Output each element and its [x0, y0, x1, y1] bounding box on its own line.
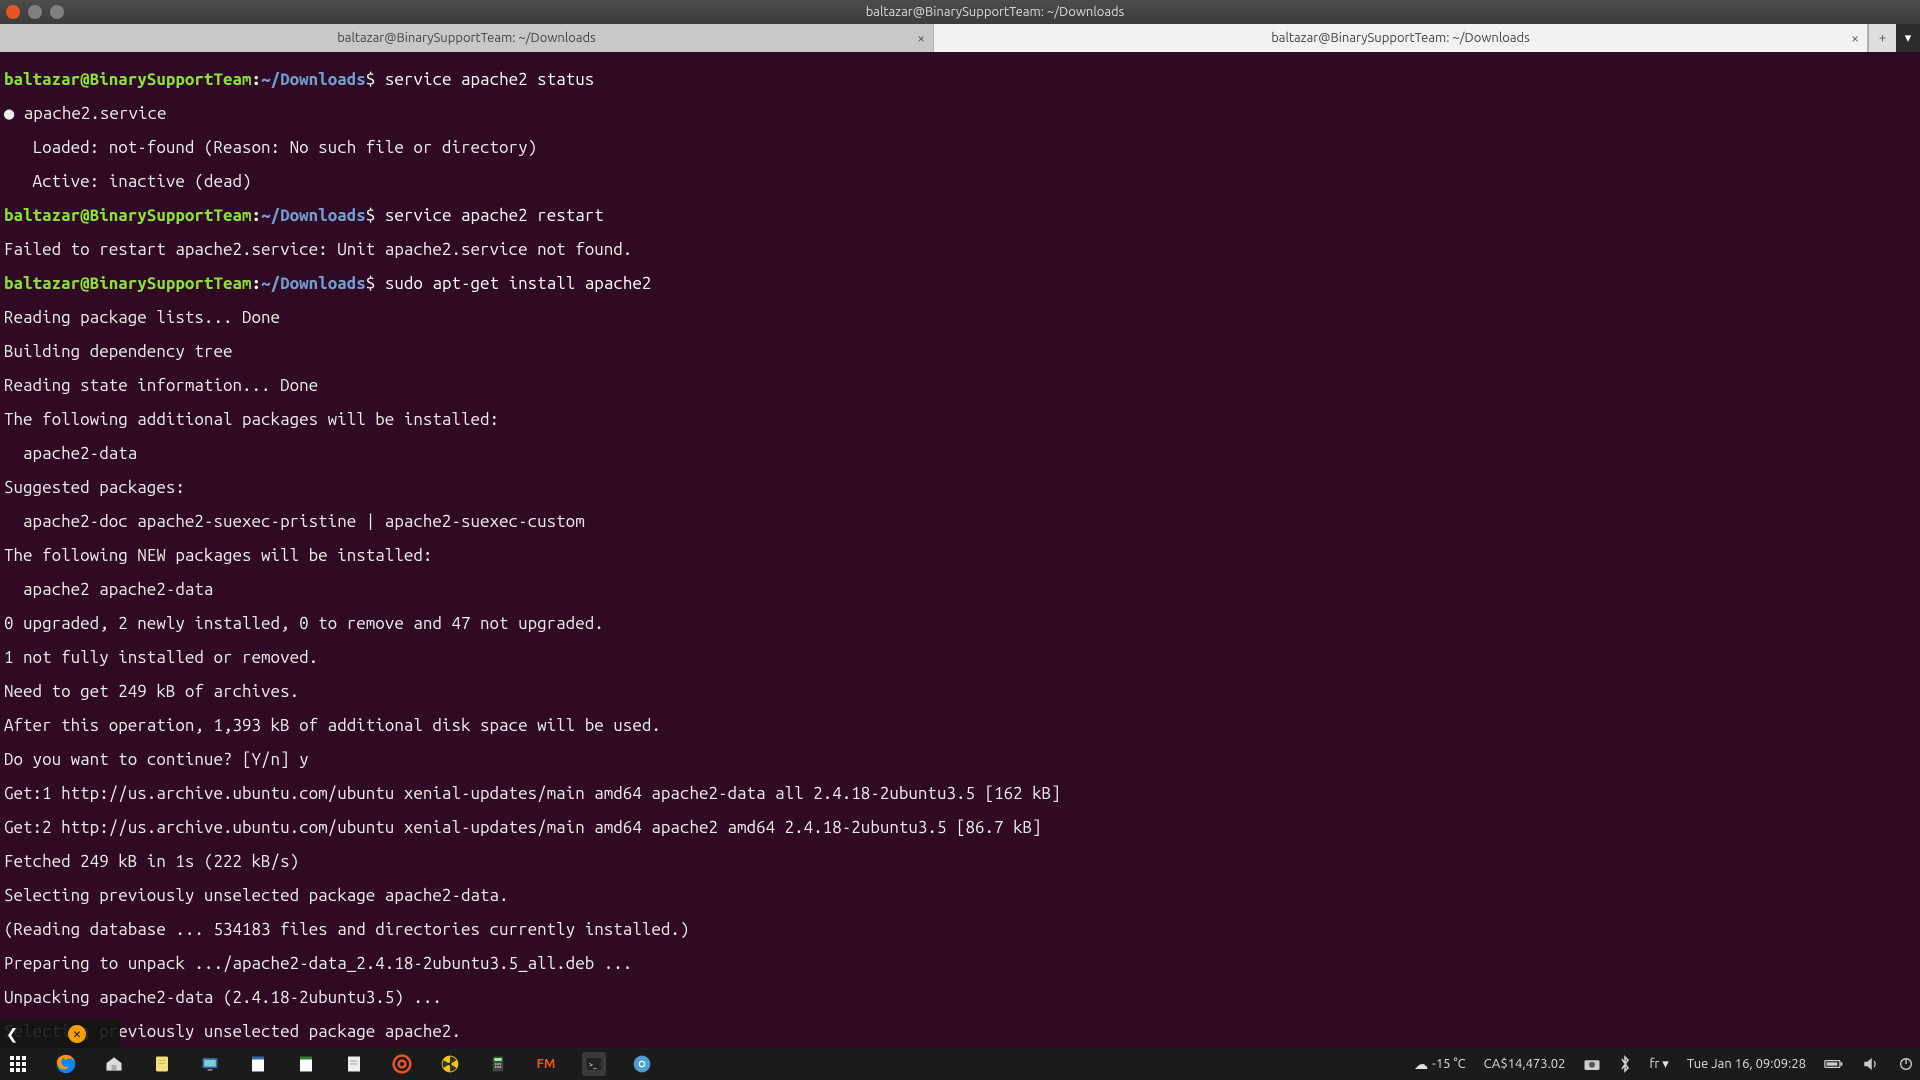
weather-temp: -15 °C — [1432, 1057, 1466, 1071]
new-tab-button[interactable]: + — [1868, 24, 1896, 52]
window-minimize-button[interactable] — [28, 5, 42, 19]
command-text: service apache2 restart — [385, 206, 604, 225]
tab-label: baltazar@BinarySupportTeam: ~/Downloads — [337, 31, 596, 45]
output-line: After this operation, 1,393 kB of additi… — [4, 717, 1916, 734]
text-editor-icon[interactable] — [342, 1052, 366, 1076]
window-titlebar: baltazar@BinarySupportTeam: ~/Downloads — [0, 0, 1920, 24]
calculator-icon[interactable] — [486, 1052, 510, 1076]
desktop-taskbar: FM >_ ☁ -15 °C CA$14,473.02 fr ▾ Tue Jan… — [0, 1048, 1920, 1080]
command-text: service apache2 status — [385, 70, 594, 89]
terminal-viewport[interactable]: baltazar@BinarySupportTeam:~/Downloads$ … — [0, 52, 1920, 1080]
back-arrow-icon[interactable]: ❮ — [6, 1022, 18, 1046]
radiation-icon[interactable] — [438, 1052, 462, 1076]
virtualbox-icon[interactable] — [198, 1052, 222, 1076]
command-text: sudo apt-get install apache2 — [385, 274, 652, 293]
weather-indicator[interactable]: ☁ -15 °C — [1414, 1056, 1466, 1073]
output-line: Preparing to unpack .../apache2-data_2.4… — [4, 955, 1916, 972]
svg-text:>_: >_ — [589, 1061, 597, 1069]
chromium-icon[interactable] — [630, 1052, 654, 1076]
power-icon[interactable] — [1898, 1056, 1914, 1072]
output-line: apache2-doc apache2-suexec-pristine | ap… — [4, 513, 1916, 530]
volume-icon[interactable] — [1862, 1056, 1880, 1072]
camera-icon[interactable] — [1583, 1057, 1601, 1071]
writer-icon[interactable] — [246, 1052, 270, 1076]
output-line: Reading state information... Done — [4, 377, 1916, 394]
output-line: Selecting previously unselected package … — [4, 887, 1916, 904]
prompt-user: baltazar@BinarySupportTeam — [4, 70, 252, 89]
battery-icon[interactable] — [1824, 1058, 1844, 1070]
output-line: apache2 apache2-data — [4, 581, 1916, 598]
output-line: Active: inactive (dead) — [4, 173, 1916, 190]
terminal-tab-0[interactable]: baltazar@BinarySupportTeam: ~/Downloads … — [0, 24, 934, 52]
output-line: The following NEW packages will be insta… — [4, 547, 1916, 564]
warning-icon[interactable]: ✕ — [68, 1025, 86, 1043]
terminal-tabbar: baltazar@BinarySupportTeam: ~/Downloads … — [0, 24, 1920, 52]
help-icon[interactable] — [390, 1052, 414, 1076]
output-line: Building dependency tree — [4, 343, 1916, 360]
window-maximize-button[interactable] — [50, 5, 64, 19]
clock[interactable]: Tue Jan 16, 09:09:28 — [1687, 1057, 1806, 1071]
output-line: Fetched 249 kB in 1s (222 kB/s) — [4, 853, 1916, 870]
terminal-tab-1[interactable]: baltazar@BinarySupportTeam: ~/Downloads … — [934, 24, 1868, 52]
bluetooth-icon[interactable] — [1619, 1055, 1631, 1073]
notification-overlay: ❮ ✕ — [0, 1020, 120, 1048]
output-line: ● apache2.service — [4, 105, 1916, 122]
filemanager-icon[interactable]: FM — [534, 1052, 558, 1076]
currency-indicator[interactable]: CA$14,473.02 — [1484, 1057, 1566, 1071]
firefox-icon[interactable] — [54, 1052, 78, 1076]
output-line: Get:2 http://us.archive.ubuntu.com/ubunt… — [4, 819, 1916, 836]
output-line: 1 not fully installed or removed. — [4, 649, 1916, 666]
output-line: The following additional packages will b… — [4, 411, 1916, 428]
close-icon[interactable]: × — [1851, 30, 1859, 46]
output-line: apache2-data — [4, 445, 1916, 462]
output-line: Need to get 249 kB of archives. — [4, 683, 1916, 700]
cloud-icon: ☁ — [1414, 1056, 1428, 1073]
output-line: Get:1 http://us.archive.ubuntu.com/ubunt… — [4, 785, 1916, 802]
taskbar-right: ☁ -15 °C CA$14,473.02 fr ▾ Tue Jan 16, 0… — [1414, 1055, 1914, 1073]
window-controls — [6, 5, 64, 19]
close-icon[interactable]: × — [917, 30, 925, 46]
notes-icon[interactable] — [150, 1052, 174, 1076]
applications-icon[interactable] — [6, 1052, 30, 1076]
output-line: Do you want to continue? [Y/n] y — [4, 751, 1916, 768]
tab-menu-button[interactable]: ▾ — [1896, 24, 1920, 52]
keyboard-layout[interactable]: fr ▾ — [1649, 1057, 1668, 1072]
calc-icon[interactable] — [294, 1052, 318, 1076]
output-line: Selecting previously unselected package … — [4, 1023, 1916, 1040]
output-line: (Reading database ... 534183 files and d… — [4, 921, 1916, 938]
tab-label: baltazar@BinarySupportTeam: ~/Downloads — [1271, 31, 1530, 45]
prompt-path: ~/Downloads — [261, 70, 366, 89]
output-line: Reading package lists... Done — [4, 309, 1916, 326]
files-icon[interactable] — [102, 1052, 126, 1076]
output-line: Suggested packages: — [4, 479, 1916, 496]
window-title: baltazar@BinarySupportTeam: ~/Downloads — [76, 5, 1914, 19]
window-close-button[interactable] — [6, 5, 20, 19]
terminal-icon[interactable]: >_ — [582, 1052, 606, 1076]
output-line: 0 upgraded, 2 newly installed, 0 to remo… — [4, 615, 1916, 632]
taskbar-left: FM >_ — [6, 1052, 654, 1076]
output-line: Unpacking apache2-data (2.4.18-2ubuntu3.… — [4, 989, 1916, 1006]
output-line: Loaded: not-found (Reason: No such file … — [4, 139, 1916, 156]
output-line: Failed to restart apache2.service: Unit … — [4, 241, 1916, 258]
